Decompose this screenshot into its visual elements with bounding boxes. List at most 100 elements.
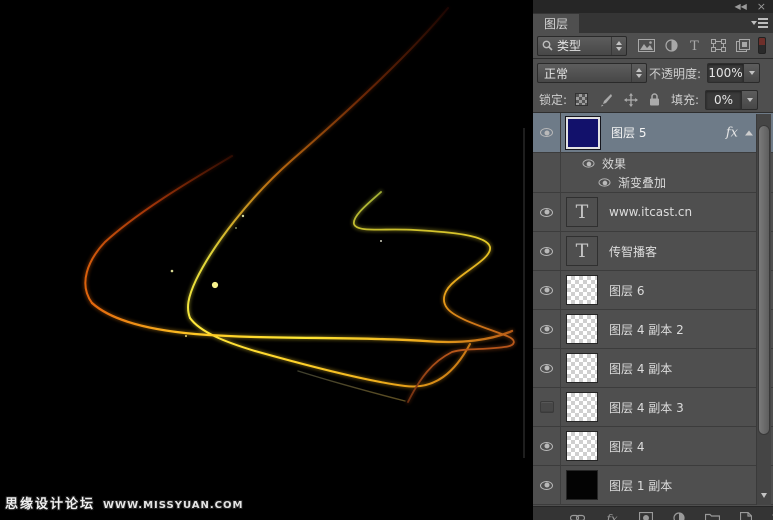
filter-kind-dropdown[interactable]: 类型 [537, 36, 627, 56]
layer-thumbnail[interactable] [566, 431, 598, 461]
new-layer-icon[interactable] [740, 512, 752, 520]
layer-row[interactable]: 图层 1 副本 [533, 466, 773, 505]
filter-type-layers-icon[interactable]: T [688, 39, 701, 52]
layers-scrollbar[interactable] [756, 114, 771, 505]
eye-icon [540, 208, 553, 217]
eye-icon [540, 481, 553, 490]
visibility-toggle[interactable] [533, 113, 561, 152]
fill-value[interactable]: 0% [705, 90, 742, 110]
layer-row[interactable]: 图层 4 副本 2 [533, 310, 773, 349]
filter-pixel-layers-icon[interactable] [638, 39, 655, 52]
layer-thumbnail[interactable]: T [566, 236, 598, 266]
new-group-icon[interactable] [705, 512, 720, 520]
layer-name[interactable]: 图层 4 副本 [609, 360, 672, 377]
eye-icon [540, 364, 553, 373]
filter-type-icons: T [638, 39, 750, 52]
layer-filter-row: 类型 T [533, 33, 773, 59]
effects-label: 效果 [602, 155, 626, 172]
eye-icon [540, 325, 553, 334]
visibility-toggle[interactable] [533, 388, 561, 426]
lock-all-icon[interactable] [649, 93, 660, 106]
opacity-label: 不透明度: [649, 65, 701, 82]
scrollbar-thumb[interactable] [758, 125, 770, 435]
layer-thumbnail[interactable] [566, 470, 598, 500]
eye-icon[interactable] [599, 178, 611, 186]
visibility-toggle[interactable] [533, 427, 561, 465]
layer-row[interactable]: T www.itcast.cn [533, 193, 773, 232]
layer-row[interactable]: 图层 6 [533, 271, 773, 310]
opacity-value[interactable]: 100% [707, 63, 744, 83]
fill-label: 填充: [671, 91, 699, 108]
layer-name[interactable]: 图层 6 [609, 282, 644, 299]
layer-row[interactable]: T 传智播客 [533, 232, 773, 271]
document-canvas[interactable]: 思缘设计论坛 WWW.MISSYUAN.COM [0, 0, 533, 520]
add-layer-mask-icon[interactable] [639, 512, 653, 520]
filter-shape-layers-icon[interactable] [711, 39, 726, 52]
eye-icon[interactable] [583, 159, 595, 167]
tab-layers[interactable]: 图层 [533, 14, 579, 34]
collapse-panel-icon[interactable]: ◀◀ [734, 3, 746, 11]
effect-name: 渐变叠加 [618, 174, 666, 191]
visibility-toggle[interactable] [533, 271, 561, 309]
layer-thumbnail[interactable] [566, 275, 598, 305]
watermark: 思缘设计论坛 WWW.MISSYUAN.COM [5, 493, 243, 512]
effects-row[interactable]: 效果 [533, 153, 773, 173]
svg-text:fx: fx [605, 512, 617, 520]
filter-toggle-switch[interactable] [758, 37, 766, 54]
layer-row[interactable]: 图层 4 [533, 427, 773, 466]
add-layer-style-icon[interactable]: fx [605, 512, 619, 520]
layer-row[interactable]: 图层 4 副本 3 [533, 388, 773, 427]
eye-icon [540, 128, 553, 137]
layers-list: 图层 5 fx 效果 渐变叠加 T www.itcast.cn [533, 113, 773, 506]
search-icon [542, 40, 553, 51]
layer-name[interactable]: 图层 4 [609, 438, 644, 455]
visibility-toggle[interactable] [533, 310, 561, 348]
photoshop-window: 思缘设计论坛 WWW.MISSYUAN.COM ◀◀ × 图层 类型 [0, 0, 773, 520]
lock-pixels-icon[interactable] [599, 93, 613, 107]
layer-row[interactable]: 图层 4 副本 [533, 349, 773, 388]
effect-item-row[interactable]: 渐变叠加 [533, 173, 773, 193]
layer-thumbnail[interactable] [566, 353, 598, 383]
layer-thumbnail[interactable] [566, 392, 598, 422]
layer-row[interactable]: 图层 5 fx [533, 113, 773, 153]
visibility-toggle[interactable] [533, 232, 561, 270]
layer-name[interactable]: 图层 1 副本 [609, 477, 672, 494]
link-layers-icon[interactable] [570, 512, 585, 520]
filter-adjustment-layers-icon[interactable] [665, 39, 678, 52]
visibility-toggle[interactable] [533, 466, 561, 504]
visibility-toggle[interactable] [533, 193, 561, 231]
watermark-site-url: WWW.MISSYUAN.COM [103, 500, 243, 511]
layer-name[interactable]: 图层 5 [611, 124, 646, 141]
panel-tab-bar: 图层 [533, 13, 773, 33]
panel-menu-icon[interactable] [751, 17, 768, 29]
layer-thumbnail[interactable]: T [566, 197, 598, 227]
layer-name[interactable]: www.itcast.cn [609, 205, 692, 219]
eye-icon [540, 286, 553, 295]
close-panel-icon[interactable]: × [757, 2, 766, 12]
opacity-dropdown-button[interactable] [744, 63, 760, 83]
lock-transparency-icon[interactable] [575, 93, 588, 106]
scroll-down-arrow-icon[interactable] [761, 493, 767, 498]
layer-name[interactable]: 图层 4 副本 3 [609, 399, 684, 416]
layer-thumbnail[interactable] [566, 314, 598, 344]
layer-name[interactable]: 图层 4 副本 2 [609, 321, 684, 338]
lock-row: 锁定: 填充: 0% [533, 87, 773, 113]
watermark-site-name: 思缘设计论坛 [5, 493, 95, 512]
fill-dropdown-button[interactable] [742, 90, 758, 110]
panel-chrome-bar: ◀◀ × [533, 0, 773, 13]
lock-position-icon[interactable] [624, 93, 638, 107]
layer-thumbnail[interactable] [566, 117, 600, 149]
fx-badge[interactable]: fx [726, 125, 738, 140]
blend-mode-dropdown[interactable]: 正常 [537, 63, 647, 83]
blend-mode-label: 正常 [544, 65, 631, 82]
layer-name[interactable]: 传智播客 [609, 243, 657, 260]
filter-smart-objects-icon[interactable] [736, 39, 750, 52]
collapse-effects-arrow-icon[interactable] [745, 130, 753, 135]
new-adjustment-layer-icon[interactable] [673, 512, 685, 520]
dropdown-spinner-icon [611, 37, 626, 55]
blend-mode-row: 正常 不透明度: 100% [533, 59, 773, 87]
sub-row-gutter [533, 173, 561, 192]
svg-text:T: T [690, 39, 699, 52]
visibility-toggle[interactable] [533, 349, 561, 387]
eye-icon [540, 442, 553, 451]
